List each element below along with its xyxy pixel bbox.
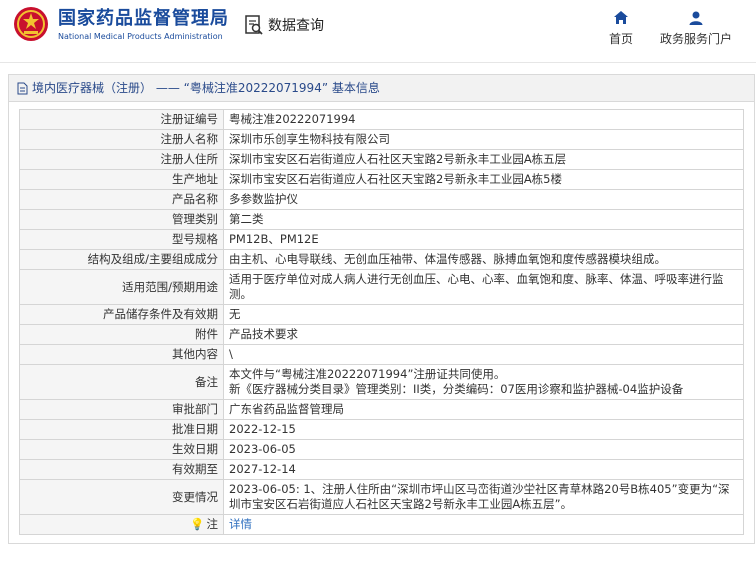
row-label: 适用范围/预期用途 bbox=[19, 269, 224, 305]
row-label: 其他内容 bbox=[19, 344, 224, 365]
brand-title-cn: 国家药品监督管理局 bbox=[58, 8, 229, 29]
row-value: 2027-12-14 bbox=[223, 459, 744, 480]
table-row: 生效日期 2023-06-05 bbox=[19, 439, 744, 460]
row-label: 批准日期 bbox=[19, 419, 224, 440]
row-label: 有效期至 bbox=[19, 459, 224, 480]
row-value: 第二类 bbox=[223, 209, 744, 230]
registration-info-table: 注册证编号 粤械注准20222071994 注册人名称 深圳市乐创享生物科技有限… bbox=[19, 109, 744, 535]
row-value: 无 bbox=[223, 304, 744, 325]
row-label: 注册人名称 bbox=[19, 129, 224, 150]
row-label: 生产地址 bbox=[19, 169, 224, 190]
document-icon bbox=[17, 82, 28, 94]
table-row: 生产地址 深圳市宝安区石岩街道应人石社区天宝路2号新永丰工业园A栋5楼 bbox=[19, 169, 744, 190]
table-row: 型号规格 PM12B、PM12E bbox=[19, 229, 744, 250]
nav-portal-label: 政务服务门户 bbox=[659, 32, 732, 46]
row-label-note: 💡 注 bbox=[19, 514, 224, 535]
remark-line: 新《医疗器械分类目录》管理类别：II类，分类编码：07医用诊察和监护器械-04监… bbox=[229, 382, 684, 396]
row-label: 产品名称 bbox=[19, 189, 224, 210]
row-label: 管理类别 bbox=[19, 209, 224, 230]
row-label: 产品储存条件及有效期 bbox=[19, 304, 224, 325]
row-value-remarks: 本文件与“粤械注准20222071994”注册证共同使用。 新《医疗器械分类目录… bbox=[223, 364, 744, 400]
table-row: 注册人名称 深圳市乐创享生物科技有限公司 bbox=[19, 129, 744, 150]
data-query-link[interactable]: 数据查询 bbox=[244, 14, 324, 36]
row-value: 由主机、心电导联线、无创血压袖带、体温传感器、脉搏血氧饱和度传感器模块组成。 bbox=[223, 249, 744, 270]
table-row: 管理类别 第二类 bbox=[19, 209, 744, 230]
section-title: 境内医疗器械（注册） —— “粤械注准20222071994” 基本信息 bbox=[32, 81, 380, 95]
lightbulb-icon: 💡 bbox=[190, 517, 205, 531]
row-value: 2022-12-15 bbox=[223, 419, 744, 440]
table-row: 批准日期 2022-12-15 bbox=[19, 419, 744, 440]
table-row: 产品名称 多参数监护仪 bbox=[19, 189, 744, 210]
nav-home-label: 首页 bbox=[608, 32, 633, 46]
section-header: 境内医疗器械（注册） —— “粤械注准20222071994” 基本信息 bbox=[9, 75, 754, 102]
table-row: 注册证编号 粤械注准20222071994 bbox=[19, 109, 744, 130]
remark-line: 本文件与“粤械注准20222071994”注册证共同使用。 bbox=[229, 367, 506, 381]
table-row: 结构及组成/主要组成成分 由主机、心电导联线、无创血压袖带、体温传感器、脉搏血氧… bbox=[19, 249, 744, 270]
row-value: PM12B、PM12E bbox=[223, 229, 744, 250]
table-row: 审批部门 广东省药品监督管理局 bbox=[19, 399, 744, 420]
row-value: 2023-06-05 bbox=[223, 439, 744, 460]
row-value: 广东省药品监督管理局 bbox=[223, 399, 744, 420]
row-value: 深圳市宝安区石岩街道应人石社区天宝路2号新永丰工业园A栋5楼 bbox=[223, 169, 744, 190]
nav-service-portal[interactable]: 政务服务门户 bbox=[657, 10, 735, 47]
row-value: 2023-06-05: 1、注册人住所由“深圳市坪山区马峦街道沙坣社区青草林路2… bbox=[223, 479, 744, 515]
row-value: 深圳市宝安区石岩街道应人石社区天宝路2号新永丰工业园A栋五层 bbox=[223, 149, 744, 170]
row-label: 结构及组成/主要组成成分 bbox=[19, 249, 224, 270]
document-search-icon bbox=[245, 15, 263, 35]
row-label: 备注 bbox=[19, 364, 224, 400]
table-row: 变更情况 2023-06-05: 1、注册人住所由“深圳市坪山区马峦街道沙坣社区… bbox=[19, 479, 744, 515]
user-icon bbox=[689, 11, 703, 25]
table-row: 💡 注 详情 bbox=[19, 514, 744, 535]
row-value: 适用于医疗单位对成人病人进行无创血压、心电、心率、血氧饱和度、脉率、体温、呼吸率… bbox=[223, 269, 744, 305]
row-label: 审批部门 bbox=[19, 399, 224, 420]
site-header: 国家药品监督管理局 National Medical Products Admi… bbox=[0, 0, 756, 63]
row-label: 型号规格 bbox=[19, 229, 224, 250]
brand-title-en: National Medical Products Administration bbox=[58, 32, 223, 41]
row-label: 附件 bbox=[19, 324, 224, 345]
table-row: 备注 本文件与“粤械注准20222071994”注册证共同使用。 新《医疗器械分… bbox=[19, 364, 744, 400]
home-icon bbox=[614, 11, 628, 24]
row-value: 深圳市乐创享生物科技有限公司 bbox=[223, 129, 744, 150]
table-row: 有效期至 2027-12-14 bbox=[19, 459, 744, 480]
row-value: 产品技术要求 bbox=[223, 324, 744, 345]
brand[interactable]: 国家药品监督管理局 National Medical Products Admi… bbox=[58, 8, 229, 42]
note-label: 注 bbox=[206, 517, 219, 531]
details-link[interactable]: 详情 bbox=[229, 517, 252, 531]
row-label: 生效日期 bbox=[19, 439, 224, 460]
table-row: 其他内容 \ bbox=[19, 344, 744, 365]
national-emblem-logo bbox=[14, 7, 48, 41]
table-row: 产品储存条件及有效期 无 bbox=[19, 304, 744, 325]
row-label: 注册证编号 bbox=[19, 109, 224, 130]
table-row: 适用范围/预期用途 适用于医疗单位对成人病人进行无创血压、心电、心率、血氧饱和度… bbox=[19, 269, 744, 305]
row-value: 详情 bbox=[223, 514, 744, 535]
table-row: 注册人住所 深圳市宝安区石岩街道应人石社区天宝路2号新永丰工业园A栋五层 bbox=[19, 149, 744, 170]
table-row: 附件 产品技术要求 bbox=[19, 324, 744, 345]
data-query-label: 数据查询 bbox=[268, 18, 324, 34]
row-value: 粤械注准20222071994 bbox=[223, 109, 744, 130]
row-label: 注册人住所 bbox=[19, 149, 224, 170]
nav-home[interactable]: 首页 bbox=[606, 10, 636, 47]
row-value: \ bbox=[223, 344, 744, 365]
row-label: 变更情况 bbox=[19, 479, 224, 515]
basic-info-section: 境内医疗器械（注册） —— “粤械注准20222071994” 基本信息 注册证… bbox=[8, 74, 755, 544]
row-value: 多参数监护仪 bbox=[223, 189, 744, 210]
